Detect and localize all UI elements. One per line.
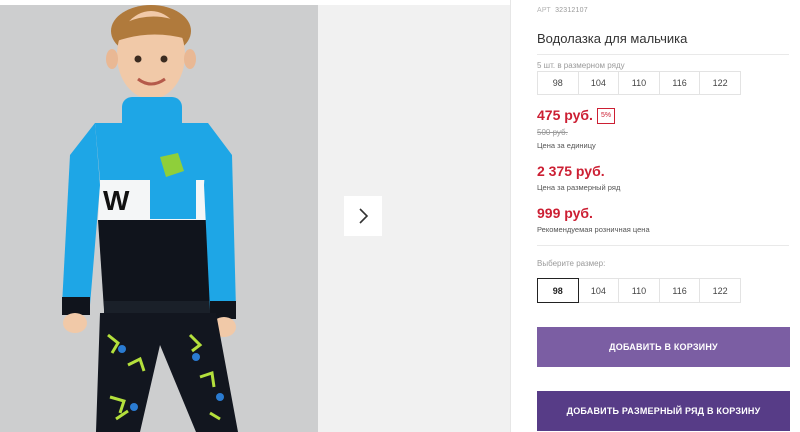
product-photo-illustration: W xyxy=(0,5,318,432)
size-option-104[interactable]: 104 xyxy=(577,278,620,303)
size-selector: 98 104 110 116 122 xyxy=(537,278,741,303)
retail-price-caption: Рекомендуемая розничная цена xyxy=(537,225,650,234)
size-row-item: 104 xyxy=(577,71,620,95)
unit-price-caption: Цена за единицу xyxy=(537,141,596,150)
article-number: АРТ 32312107 xyxy=(537,7,588,14)
size-row-item: 110 xyxy=(618,71,660,95)
panel-divider xyxy=(510,0,511,432)
size-select-label: Выберите размер: xyxy=(537,259,606,268)
product-photo[interactable]: W xyxy=(0,5,318,432)
chevron-right-icon xyxy=(359,208,369,224)
product-title: Водолазка для мальчика xyxy=(537,31,688,46)
old-price: 500 руб. xyxy=(537,128,568,137)
divider xyxy=(537,54,789,55)
add-size-row-to-cart-button[interactable]: ДОБАВИТЬ РАЗМЕРНЫЙ РЯД В КОРЗИНУ xyxy=(537,391,790,431)
size-option-122[interactable]: 122 xyxy=(699,278,741,303)
size-row-item: 122 xyxy=(699,71,741,95)
add-to-cart-button[interactable]: ДОБАВИТЬ В КОРЗИНУ xyxy=(537,327,790,367)
svg-text:W: W xyxy=(103,185,130,216)
divider xyxy=(537,245,789,246)
product-gallery: W xyxy=(0,0,510,432)
size-option-98[interactable]: 98 xyxy=(537,278,579,303)
row-price: 2 375 руб. xyxy=(537,163,605,179)
discount-badge: 5% xyxy=(597,108,616,124)
row-price-caption: Цена за размерный ряд xyxy=(537,183,621,192)
size-row-item: 98 xyxy=(537,71,579,95)
article-label: АРТ xyxy=(537,7,551,14)
unit-price: 475 руб. xyxy=(537,107,593,123)
size-option-110[interactable]: 110 xyxy=(618,278,660,303)
size-row-list: 98 104 110 116 122 xyxy=(537,71,741,95)
article-value: 32312107 xyxy=(555,7,588,14)
product-info-panel: АРТ 32312107 Водолазка для мальчика 5 шт… xyxy=(537,0,800,432)
size-row-item: 116 xyxy=(658,71,701,95)
gallery-next-button[interactable] xyxy=(344,196,382,236)
size-row-label: 5 шт. в размерном ряду xyxy=(537,61,625,70)
retail-price: 999 руб. xyxy=(537,205,593,221)
size-option-116[interactable]: 116 xyxy=(658,278,701,303)
